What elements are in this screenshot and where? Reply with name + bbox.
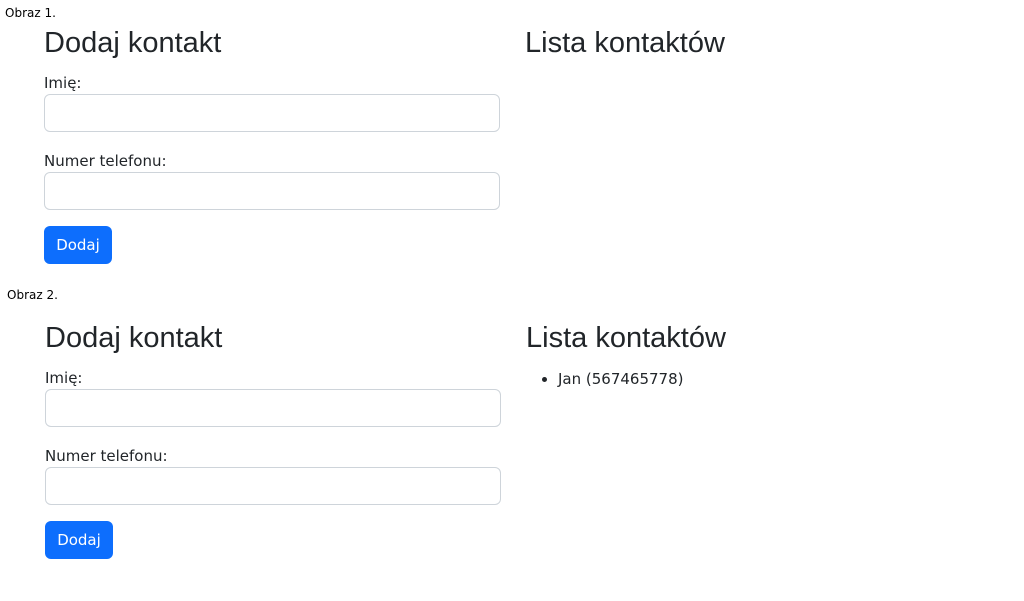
phone-label: Numer telefonu: <box>44 152 167 170</box>
name-input[interactable] <box>45 389 501 427</box>
screenshot-panel-2: Obraz 2. Dodaj kontakt Imię: Numer telef… <box>0 284 1024 579</box>
name-label: Imię: <box>45 369 83 387</box>
panel-caption: Obraz 1. <box>5 6 56 20</box>
contact-list-item: Jan (567465778) <box>558 368 684 390</box>
screenshot-panel-1: Obraz 1. Dodaj kontakt Imię: Numer telef… <box>0 0 1024 295</box>
name-label: Imię: <box>44 74 82 92</box>
phone-input[interactable] <box>45 467 501 505</box>
list-title: Lista kontaktów <box>526 322 726 354</box>
form-title: Dodaj kontakt <box>44 27 222 59</box>
phone-input[interactable] <box>44 172 500 210</box>
panel-caption: Obraz 2. <box>7 288 58 302</box>
list-title: Lista kontaktów <box>525 27 725 59</box>
contact-list: Jan (567465778) <box>526 368 684 390</box>
form-title: Dodaj kontakt <box>45 322 223 354</box>
phone-label: Numer telefonu: <box>45 447 168 465</box>
name-input[interactable] <box>44 94 500 132</box>
add-button[interactable]: Dodaj <box>45 521 113 559</box>
add-button[interactable]: Dodaj <box>44 226 112 264</box>
